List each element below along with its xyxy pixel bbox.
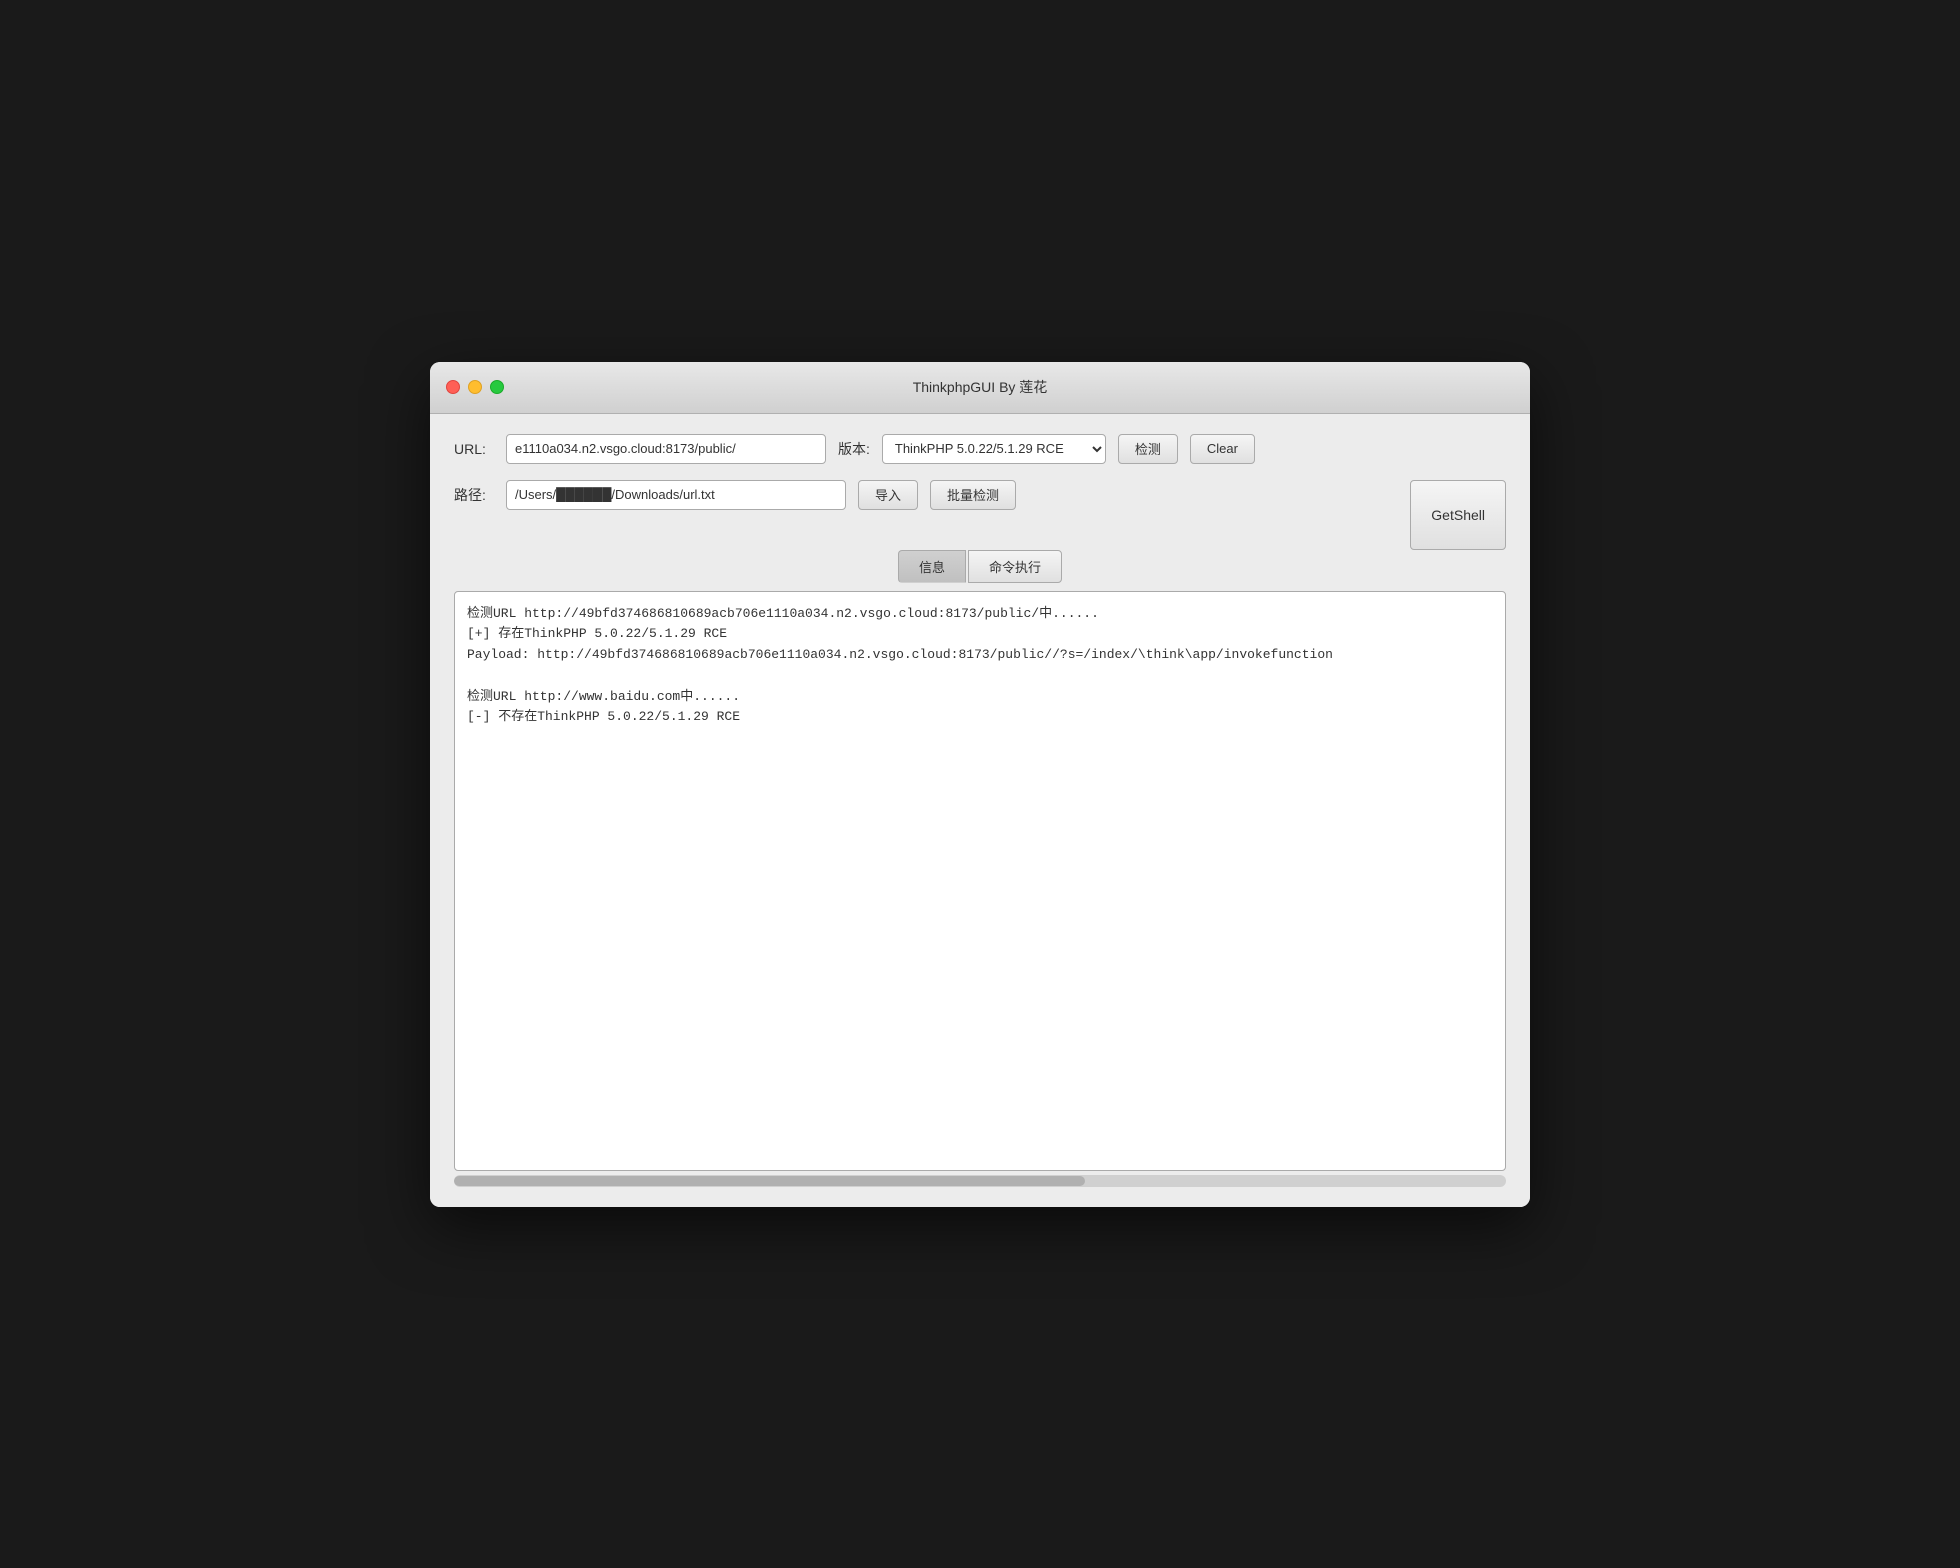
tab-info[interactable]: 信息 <box>898 550 966 583</box>
main-window: ThinkphpGUI By 莲花 URL: 版本: ThinkPHP 5.0.… <box>430 362 1530 1207</box>
batch-detect-button[interactable]: 批量检测 <box>930 480 1016 510</box>
window-title: ThinkphpGUI By 莲花 <box>913 377 1048 397</box>
tab-bar: 信息 命令执行 <box>454 550 1506 583</box>
minimize-button[interactable] <box>468 380 482 394</box>
version-label: 版本: <box>838 439 870 459</box>
right-section: GetShell <box>1410 480 1506 550</box>
path-row: 路径: 导入 批量检测 <box>454 480 1398 510</box>
path-input[interactable] <box>506 480 846 510</box>
traffic-lights <box>446 380 504 394</box>
content-area: URL: 版本: ThinkPHP 5.0.22/5.1.29 RCE 检测 C… <box>430 414 1530 1207</box>
path-label: 路径: <box>454 485 494 505</box>
titlebar: ThinkphpGUI By 莲花 <box>430 362 1530 414</box>
maximize-button[interactable] <box>490 380 504 394</box>
version-select[interactable]: ThinkPHP 5.0.22/5.1.29 RCE <box>882 434 1106 464</box>
getshell-button[interactable]: GetShell <box>1410 480 1506 550</box>
url-input[interactable] <box>506 434 826 464</box>
detect-button[interactable]: 检测 <box>1118 434 1178 464</box>
url-label: URL: <box>454 441 494 457</box>
clear-button[interactable]: Clear <box>1190 434 1255 464</box>
output-area[interactable]: 检测URL http://49bfd374686810689acb706e111… <box>454 591 1506 1171</box>
left-section: 路径: 导入 批量检测 <box>454 480 1398 526</box>
tab-command[interactable]: 命令执行 <box>968 550 1062 583</box>
close-button[interactable] <box>446 380 460 394</box>
scrollbar-thumb[interactable] <box>454 1176 1085 1186</box>
horizontal-scrollbar[interactable] <box>454 1175 1506 1187</box>
import-button[interactable]: 导入 <box>858 480 918 510</box>
main-controls: 路径: 导入 批量检测 GetShell <box>454 480 1506 550</box>
url-row: URL: 版本: ThinkPHP 5.0.22/5.1.29 RCE 检测 C… <box>454 434 1506 464</box>
